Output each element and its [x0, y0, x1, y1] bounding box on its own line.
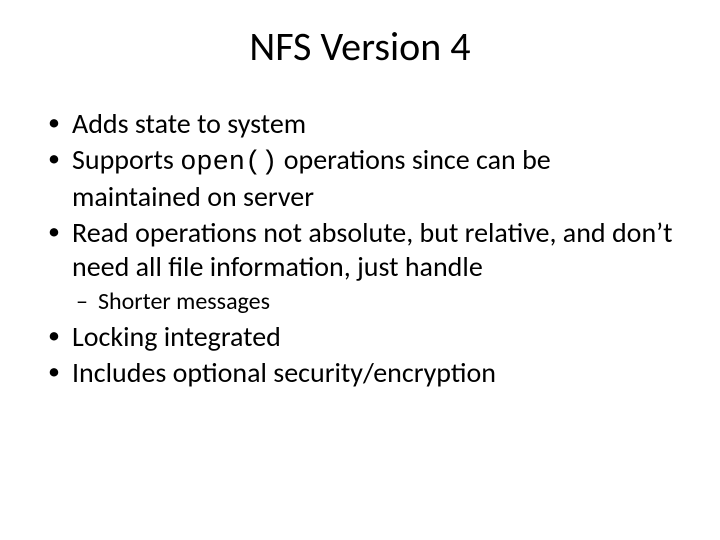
sub-bullet-item: Shorter messages [72, 287, 684, 316]
sub-bullet-list: Shorter messages [72, 287, 684, 316]
sub-bullet-text: Shorter messages [98, 287, 270, 316]
bullet-item: Read operations not absolute, but relati… [46, 216, 684, 316]
bullet-text: Read operations not absolute, but relati… [72, 215, 673, 284]
bullet-text-pre: Supports [72, 142, 180, 177]
bullet-item: Supports open() operations since can be … [46, 143, 684, 214]
bullet-text: Locking integrated [72, 319, 281, 354]
bullet-item: Adds state to system [46, 107, 684, 141]
bullet-list: Adds state to system Supports open() ope… [46, 107, 684, 390]
slide-title: NFS Version 4 [30, 22, 690, 71]
slide: NFS Version 4 Adds state to system Suppo… [0, 0, 720, 540]
slide-body: Adds state to system Supports open() ope… [30, 107, 690, 390]
inline-code: open() [180, 148, 277, 178]
bullet-item: Locking integrated [46, 320, 684, 354]
bullet-text: Adds state to system [72, 106, 306, 141]
bullet-text: Includes optional security/encryption [72, 355, 496, 390]
bullet-item: Includes optional security/encryption [46, 356, 684, 390]
